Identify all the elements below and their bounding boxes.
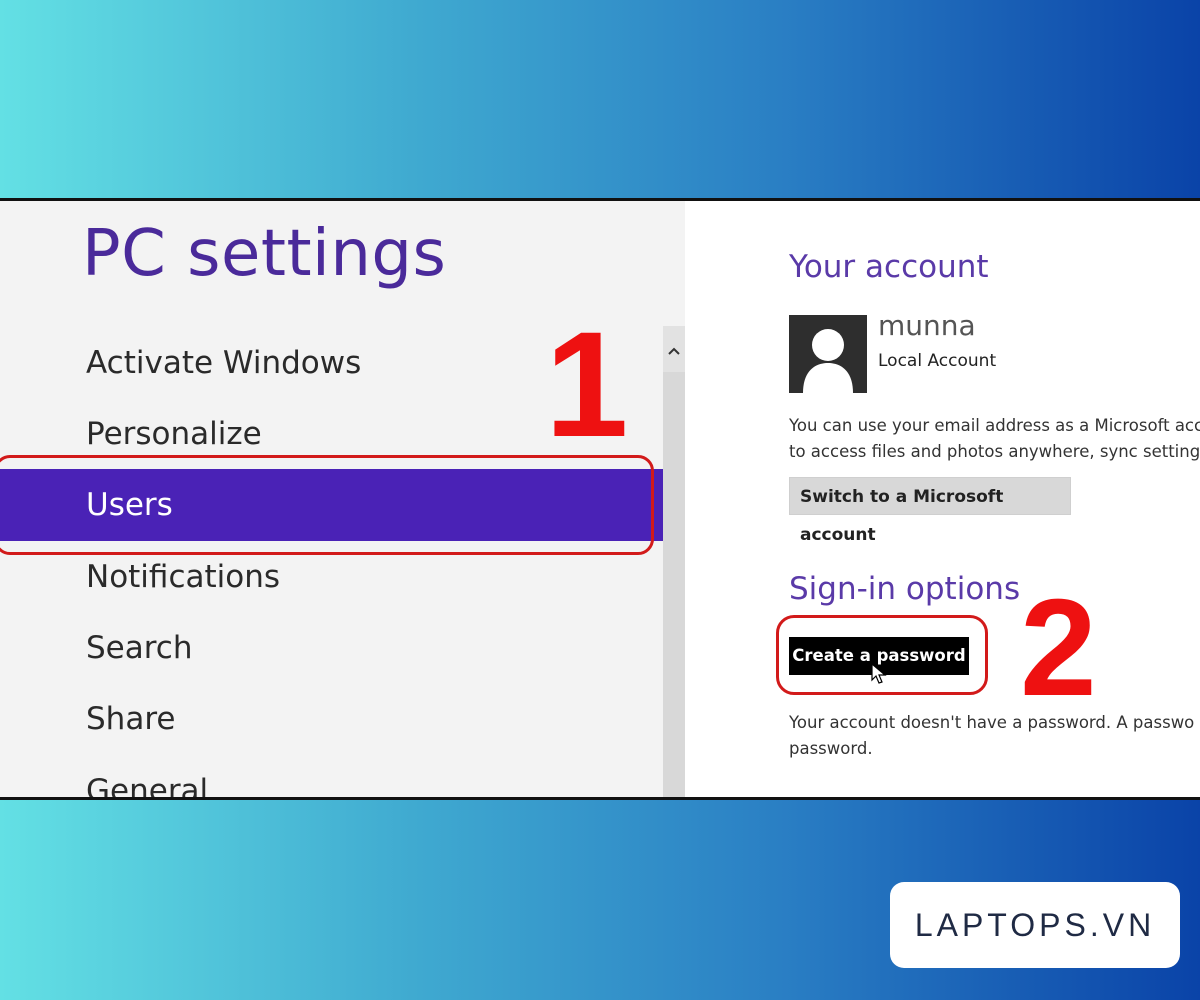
your-account-heading: Your account [789,249,989,285]
laptops-vn-logo: LAPTOPS.VN [890,882,1180,968]
page-title: PC settings [82,217,447,291]
mouse-cursor-icon [871,663,887,684]
account-info-line-1: You can use your email address as a Micr… [789,416,1200,435]
password-note-line-1: Your account doesn't have a password. A … [789,713,1195,732]
nav-item-search[interactable]: Search [0,612,663,684]
account-info-line-2: to access files and photos anywhere, syn… [789,442,1200,461]
password-note-line-2: password. [789,739,873,758]
scroll-track[interactable] [663,372,685,797]
annotation-step-1: 1 [545,300,629,468]
switch-to-microsoft-account-button[interactable]: Switch to a Microsoft account [789,477,1071,545]
settings-nav-pane: PC settings Activate Windows Personalize… [0,201,685,797]
account-username: munna [878,309,976,342]
annotation-step-2: 2 [1020,571,1097,725]
chevron-up-icon[interactable] [663,340,685,362]
nav-item-share[interactable]: Share [0,683,663,755]
scrollbar[interactable] [663,326,685,797]
annotation-highlight-users [0,455,654,555]
screenshot-frame: PC settings Activate Windows Personalize… [0,198,1200,800]
nav-item-general[interactable]: General [0,755,663,797]
sign-in-options-heading: Sign-in options [789,571,1021,607]
user-avatar-icon [789,315,867,393]
account-type-label: Local Account [878,351,997,371]
logo-text: LAPTOPS.VN [914,907,1156,943]
account-settings-pane: Your account munna Local Account You can… [685,201,1200,797]
